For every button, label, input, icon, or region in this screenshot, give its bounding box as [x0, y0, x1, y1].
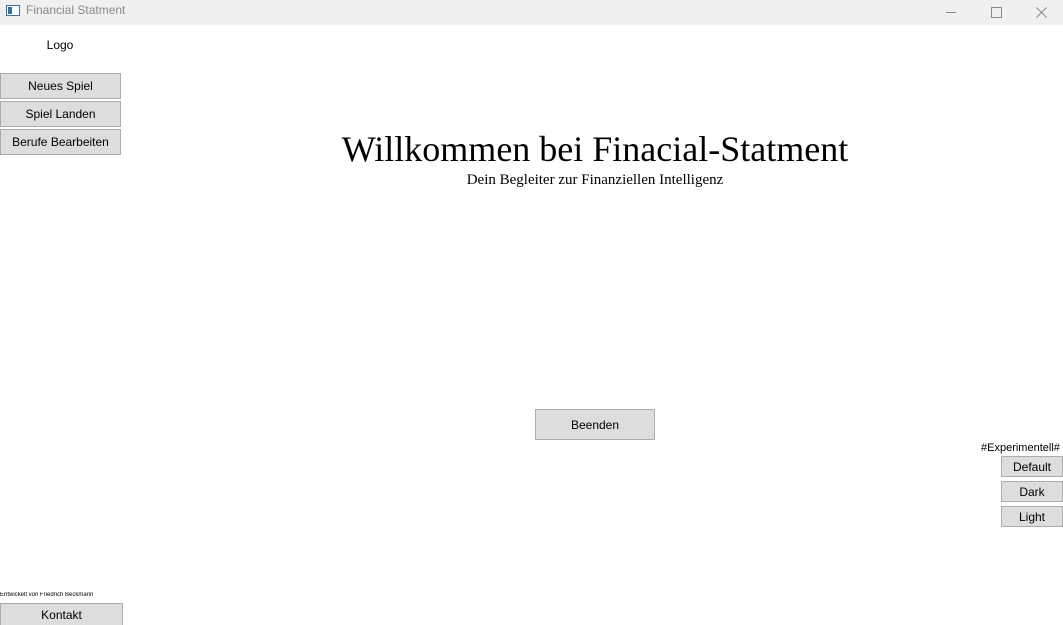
new-game-button[interactable]: Neues Spiel [0, 73, 121, 99]
page-title: Willkommen bei Finacial-Statment [341, 129, 849, 169]
developer-credit: Entwickelt von Friedrich Beckmann [0, 592, 94, 598]
close-button[interactable] [1018, 0, 1063, 24]
title-bar[interactable]: Financial Statment [0, 0, 1063, 25]
page-subtitle: Dein Begleiter zur Finanziellen Intellig… [466, 172, 724, 188]
app-window-icon [6, 5, 20, 16]
theme-dark-button[interactable]: Dark [1001, 481, 1063, 502]
contact-button[interactable]: Kontakt [0, 603, 123, 625]
load-game-button[interactable]: Spiel Landen [0, 101, 121, 127]
maximize-button[interactable] [973, 0, 1019, 24]
quit-button[interactable]: Beenden [535, 409, 655, 440]
minimize-button[interactable] [928, 0, 974, 24]
maximize-icon [990, 6, 1002, 18]
app-window: Financial Statment Logo Neues Spiel Spie… [0, 0, 1063, 625]
close-icon [1035, 6, 1047, 18]
minimize-icon [946, 11, 956, 13]
theme-default-button[interactable]: Default [1001, 456, 1063, 477]
edit-professions-button[interactable]: Berufe Bearbeiten [0, 129, 121, 155]
theme-light-button[interactable]: Light [1001, 506, 1063, 527]
theme-panel-label: #Experimentell# [981, 442, 1060, 454]
window-title: Financial Statment [26, 3, 126, 17]
logo: Logo [46, 38, 74, 52]
